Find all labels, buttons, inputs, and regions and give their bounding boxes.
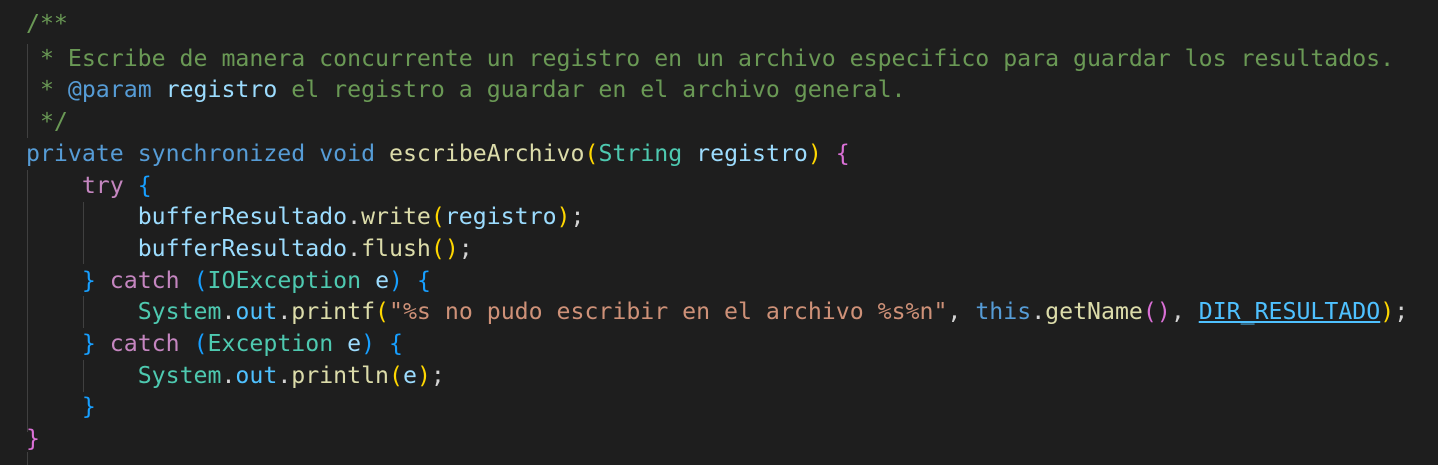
printf-format-string: "%s no pudo escribir en el archivo %s%n" (389, 298, 948, 325)
system-type: System (137, 298, 222, 325)
out-field: out (235, 362, 278, 389)
keyword-void: void (319, 140, 376, 167)
doc-comment-description: * Escribe de manera concurrente un regis… (26, 45, 1395, 72)
doc-comment-close: */ (26, 108, 68, 135)
keyword-synchronized: synchronized (137, 140, 306, 167)
code-line-6[interactable]: try { (26, 170, 152, 202)
method-name: escribeArchivo (389, 140, 585, 167)
code-line-13[interactable]: } (26, 391, 96, 423)
code-line-8[interactable]: bufferResultado.flush(); (26, 233, 473, 265)
write-call: write (361, 203, 431, 230)
buffer-variable: bufferResultado (137, 203, 348, 230)
getname-call: getName (1045, 298, 1143, 325)
keyword-this: this (975, 298, 1032, 325)
ioexception-type: IOException (207, 267, 362, 294)
exception-variable: e (347, 330, 362, 357)
param-type: String (598, 140, 683, 167)
println-argument: e (402, 362, 417, 389)
println-call: println (291, 362, 390, 389)
code-line-1[interactable]: /** (26, 8, 68, 40)
dir-constant: DIR_RESULTADO (1198, 298, 1381, 325)
doc-param-name: registro (165, 76, 278, 103)
keyword-catch: catch (109, 267, 180, 294)
out-field: out (235, 298, 278, 325)
code-line-11[interactable]: } catch (Exception e) { (26, 328, 403, 360)
flush-call: flush (361, 235, 431, 262)
keyword-private: private (26, 140, 124, 167)
doc-comment-open: /** (26, 10, 68, 37)
printf-call: printf (291, 298, 376, 325)
code-line-12[interactable]: System.out.println(e); (26, 360, 445, 392)
write-argument: registro (444, 203, 557, 230)
doc-param-description: el registro a guardar en el archivo gene… (277, 76, 906, 103)
code-line-9[interactable]: } catch (IOException e) { (26, 265, 431, 297)
doc-comment-star: * (26, 76, 68, 103)
param-name: registro (696, 140, 808, 167)
system-type: System (137, 362, 222, 389)
code-line-5[interactable]: private synchronized void escribeArchivo… (26, 138, 850, 170)
code-line-7[interactable]: bufferResultado.write(registro); (26, 201, 585, 233)
code-line-4[interactable]: */ (26, 106, 68, 138)
code-line-10[interactable]: System.out.printf("%s no pudo escribir e… (26, 296, 1408, 328)
keyword-try: try (81, 172, 124, 199)
code-line-2[interactable]: * Escribe de manera concurrente un regis… (26, 43, 1394, 75)
code-line-3[interactable]: * @param registro el registro a guardar … (26, 74, 906, 106)
buffer-variable: bufferResultado (137, 235, 348, 262)
exception-variable: e (375, 267, 390, 294)
exception-type: Exception (207, 330, 334, 357)
code-line-14[interactable]: } (26, 423, 40, 455)
doc-param-tag: @param (67, 76, 152, 103)
code-editor[interactable]: /** * Escribe de manera concurrente un r… (0, 0, 1438, 465)
keyword-catch: catch (109, 330, 180, 357)
